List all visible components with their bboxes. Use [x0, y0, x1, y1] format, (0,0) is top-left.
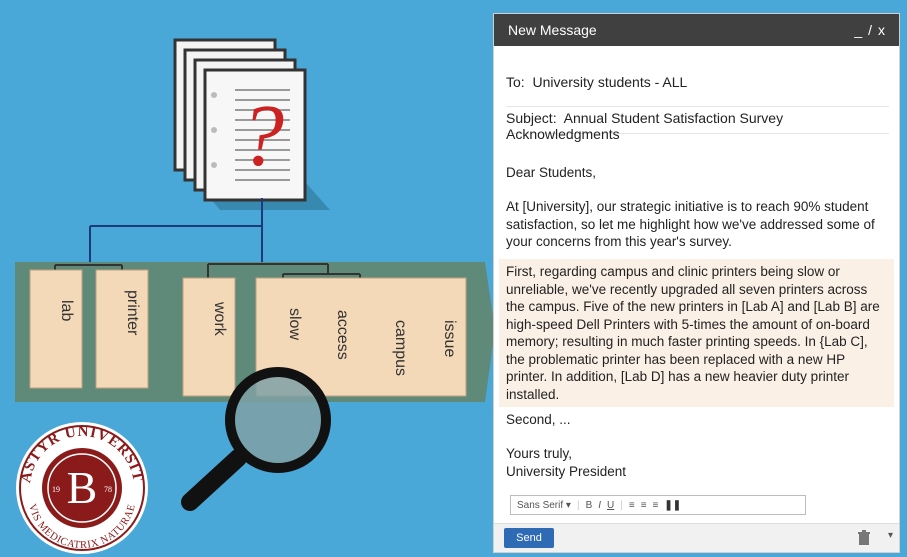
- signature-name: University President: [506, 463, 627, 479]
- subject-field[interactable]: Subject: Annual Student Satisfaction Sur…: [506, 106, 889, 142]
- font-select[interactable]: Sans Serif ▾: [517, 500, 571, 511]
- seal-monogram: B: [67, 462, 98, 513]
- align-right-icon[interactable]: ≡: [653, 500, 659, 511]
- send-button[interactable]: Send: [504, 528, 554, 548]
- close-button[interactable]: x: [878, 22, 885, 38]
- seal-year-right: 78: [104, 485, 112, 494]
- paragraph-second: Second, ...: [506, 412, 571, 427]
- more-options-icon[interactable]: ▾: [888, 530, 893, 541]
- inner-label-access: access: [334, 310, 351, 360]
- quote-icon[interactable]: ❚❚: [664, 500, 681, 511]
- to-value: University students - ALL: [532, 74, 688, 90]
- box-label-printer: printer: [124, 290, 141, 336]
- italic-button[interactable]: I: [598, 500, 601, 511]
- controls-separator: /: [868, 22, 872, 38]
- seal-year-left: 19: [52, 485, 60, 494]
- align-left-icon[interactable]: ≡: [629, 500, 635, 511]
- window-controls: _ / x: [854, 22, 885, 38]
- formatting-toolbar: Sans Serif ▾ | B I U | ≡ ≡ ≡ ❚❚: [510, 495, 806, 515]
- underline-button[interactable]: U: [607, 500, 614, 511]
- greeting-text: Dear Students,: [506, 165, 597, 180]
- paragraph-printers-highlighted: First, regarding campus and clinic print…: [499, 259, 894, 407]
- compose-footer: Send ▾: [494, 523, 899, 552]
- bold-button[interactable]: B: [586, 500, 593, 511]
- box-label-work: work: [211, 301, 228, 337]
- compose-title: New Message: [508, 22, 597, 38]
- sign-off: Yours truly,: [506, 446, 573, 461]
- to-label: To:: [506, 74, 525, 90]
- minimize-button[interactable]: _: [854, 22, 862, 38]
- svg-text:?: ?: [240, 88, 284, 185]
- align-center-icon[interactable]: ≡: [641, 500, 647, 511]
- trash-icon[interactable]: [855, 529, 873, 547]
- to-field[interactable]: To: University students - ALL: [506, 74, 889, 98]
- inner-label-issue: issue: [441, 320, 458, 357]
- compose-window: New Message _ / x To: University student…: [493, 13, 900, 553]
- paragraph-intro: At [University], our strategic initiativ…: [506, 199, 875, 249]
- inner-label-campus: campus: [392, 320, 409, 376]
- subject-label: Subject:: [506, 110, 557, 126]
- box-label-lab: lab: [58, 300, 75, 321]
- compose-header: New Message _ / x: [494, 14, 899, 46]
- signature-block: Yours truly, University President: [506, 445, 887, 480]
- inner-label-slow: slow: [286, 308, 303, 340]
